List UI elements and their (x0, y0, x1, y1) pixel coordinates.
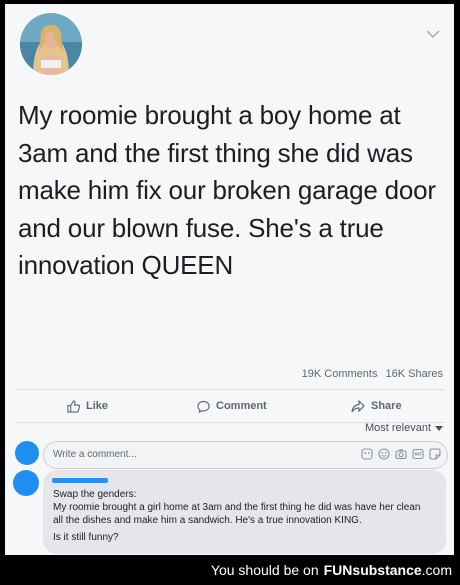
sort-label: Most relevant (364, 422, 431, 434)
commenter-avatar[interactable] (13, 470, 39, 496)
chevron-down-icon[interactable] (426, 30, 440, 39)
like-button[interactable]: Like (67, 393, 108, 419)
divider (15, 389, 444, 390)
profile-avatar[interactable] (19, 12, 83, 76)
comment-label: Comment (216, 400, 267, 412)
caret-down-icon (435, 425, 443, 431)
comment-placeholder: Write a comment... (53, 449, 137, 460)
comment-line: Swap the genders: (53, 489, 137, 500)
share-button[interactable]: Share (351, 393, 402, 419)
sticker-icon[interactable] (361, 448, 373, 460)
watermark-prefix: You should be on (210, 562, 319, 578)
post-text: My roomie brought a boy home at 3am and … (18, 100, 436, 280)
brand-substance: substance (352, 562, 422, 578)
share-label: Share (371, 400, 402, 412)
commenter-name-redacted[interactable] (52, 478, 108, 483)
comment-line: My roomie brought a girl home at 3am and… (53, 502, 421, 526)
camera-icon[interactable] (395, 448, 407, 460)
sticker-smile-icon[interactable] (429, 448, 441, 460)
post-stats: 19K Comments 16K Shares (302, 368, 443, 380)
watermark: You should be on FUNsubstance.com (0, 555, 460, 585)
comment-bubble: Swap the genders: My roomie brought a gi… (43, 470, 446, 554)
comment-icon (197, 400, 210, 413)
brand-com: .com (421, 562, 452, 578)
brand-fun: FUN (323, 562, 353, 578)
comment-input[interactable]: Write a comment... (43, 441, 448, 469)
comment-line: Is it still funny? (53, 532, 119, 543)
comments-count[interactable]: 19K Comments (302, 368, 378, 380)
comment-button[interactable]: Comment (197, 393, 267, 419)
action-bar: Like Comment Share (5, 393, 454, 419)
watermark-brand[interactable]: FUNsubstance.com (324, 562, 452, 578)
sort-dropdown[interactable]: Most relevant (365, 422, 443, 434)
emoji-icon[interactable] (378, 448, 390, 460)
current-user-avatar[interactable] (15, 441, 39, 465)
thumbs-up-icon (67, 399, 80, 413)
gif-icon[interactable] (412, 448, 424, 460)
post-card: My roomie brought a boy home at 3am and … (5, 4, 454, 555)
shares-count[interactable]: 16K Shares (386, 368, 443, 380)
comment-text: Swap the genders: My roomie brought a gi… (53, 488, 433, 544)
share-icon (351, 399, 365, 412)
comment-tools (361, 448, 441, 460)
like-label: Like (86, 400, 109, 412)
